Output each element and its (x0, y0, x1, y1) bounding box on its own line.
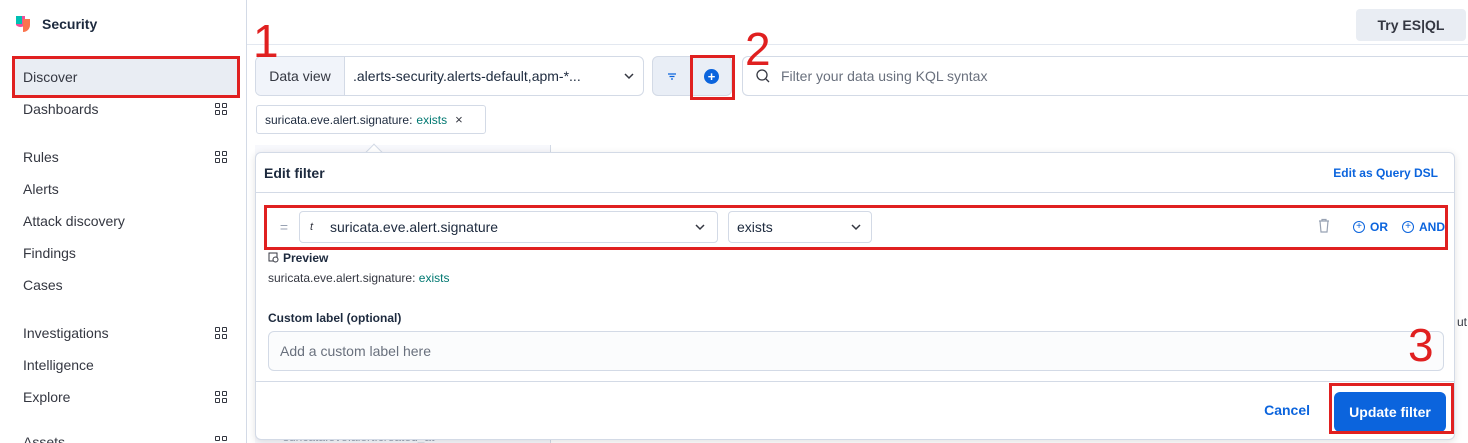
partial-cell-text: ut (1457, 315, 1468, 329)
annotation-number: 2 (745, 23, 771, 75)
filter-row: = t suricata.eve.alert.signature exists … (269, 209, 1447, 245)
add-or-button[interactable]: + OR (1353, 220, 1388, 234)
app-title: Security (42, 16, 98, 32)
cancel-button[interactable]: Cancel (1264, 402, 1310, 418)
preview-title: Preview (283, 251, 329, 265)
sidebar-item-alerts[interactable]: Alerts (23, 181, 59, 197)
app-grid-icon[interactable] (215, 391, 227, 403)
field-type-icon: t (310, 221, 314, 233)
sidebar-item-findings[interactable]: Findings (23, 245, 76, 261)
chevron-down-icon (851, 224, 861, 231)
popover-header: Edit filter Edit as Query DSL (256, 153, 1454, 193)
app-grid-icon[interactable] (215, 327, 227, 339)
operator-select[interactable]: exists (728, 211, 872, 243)
app-grid-icon[interactable] (215, 151, 227, 163)
sidebar-item-label: Investigations (23, 325, 109, 341)
plus-circle-icon: + (1353, 221, 1365, 233)
sidebar-item-label: Explore (23, 389, 71, 405)
elastic-security-logo-icon (14, 14, 32, 34)
kql-placeholder: Filter your data using KQL syntax (781, 68, 988, 84)
sidebar-item-attack-discovery[interactable]: Attack discovery (23, 213, 125, 229)
sidebar-item-label: Assets (23, 434, 66, 443)
sidebar: Security Discover Dashboards Rules Alert… (0, 0, 247, 443)
close-icon[interactable]: × (455, 112, 463, 127)
preview-heading: Preview (268, 251, 328, 265)
inspect-icon (268, 252, 279, 263)
app-grid-icon[interactable] (215, 436, 227, 443)
filter-pill[interactable]: suricata.eve.alert.signature: exists × (256, 105, 486, 134)
sidebar-item-label: Dashboards (23, 101, 99, 117)
preview-field: suricata.eve.alert.signature: (268, 271, 416, 285)
custom-label-input[interactable] (268, 331, 1444, 371)
add-filter-button[interactable]: + (692, 56, 732, 96)
edit-filter-popover: Edit filter Edit as Query DSL = t surica… (255, 152, 1455, 440)
operator-select-value: exists (737, 219, 773, 235)
sidebar-item-investigations[interactable]: Investigations (23, 325, 109, 341)
data-view-value[interactable]: .alerts-security.alerts-default,apm-*... (345, 57, 615, 95)
popover-title: Edit filter (264, 164, 325, 181)
chevron-down-icon[interactable] (615, 57, 643, 95)
kql-search-input[interactable]: Filter your data using KQL syntax (742, 56, 1468, 96)
filter-pill-operator: exists (416, 112, 448, 127)
app-grid-icon[interactable] (215, 103, 227, 115)
sidebar-item-label: Intelligence (23, 357, 94, 373)
sidebar-item-explore[interactable]: Explore (23, 389, 70, 405)
and-label: AND (1419, 220, 1445, 234)
filter-menu-button[interactable] (652, 56, 692, 96)
add-and-button[interactable]: + AND (1402, 220, 1445, 234)
drag-handle-icon[interactable]: = (269, 219, 299, 235)
data-view-picker[interactable]: Data view .alerts-security.alerts-defaul… (255, 56, 644, 96)
sidebar-item-label: Attack discovery (23, 213, 125, 229)
sidebar-item-intelligence[interactable]: Intelligence (23, 357, 94, 373)
plus-icon: + (704, 68, 719, 84)
sidebar-item-label: Alerts (23, 181, 59, 197)
annotation-number: 1 (253, 15, 279, 67)
or-label: OR (1370, 220, 1388, 234)
field-select[interactable]: t suricata.eve.alert.signature (299, 211, 718, 243)
sidebar-item-label: Cases (23, 277, 63, 293)
try-esql-button[interactable]: Try ES|QL (1356, 9, 1466, 41)
preview-text: suricata.eve.alert.signature: exists (268, 271, 449, 285)
sidebar-item-label: Rules (23, 149, 59, 165)
sidebar-item-rules[interactable]: Rules (23, 149, 59, 165)
sidebar-item-assets[interactable]: Assets (23, 434, 65, 443)
sidebar-item-label: Findings (23, 245, 76, 261)
top-bar (247, 0, 1468, 45)
sidebar-item-discover[interactable]: Discover (12, 56, 240, 98)
brand[interactable]: Security (14, 14, 97, 34)
custom-label-caption: Custom label (optional) (268, 311, 402, 325)
update-filter-button[interactable]: Update filter (1334, 392, 1446, 432)
annotation-number: 3 (1408, 319, 1434, 371)
popover-footer: Cancel Update filter (256, 381, 1454, 439)
field-select-value: suricata.eve.alert.signature (330, 219, 499, 235)
chevron-down-icon (695, 224, 705, 231)
sidebar-item-cases[interactable]: Cases (23, 277, 63, 293)
edit-as-query-dsl-link[interactable]: Edit as Query DSL (1333, 166, 1438, 180)
sidebar-item-dashboards[interactable]: Dashboards (23, 101, 233, 117)
filter-pill-field: suricata.eve.alert.signature: (265, 112, 413, 127)
plus-circle-icon: + (1402, 221, 1414, 233)
row-actions: + OR + AND (1317, 218, 1447, 236)
filter-icon (668, 73, 676, 80)
sidebar-item-label: Discover (23, 69, 78, 85)
trash-icon[interactable] (1317, 218, 1331, 236)
preview-operator: exists (418, 271, 450, 285)
